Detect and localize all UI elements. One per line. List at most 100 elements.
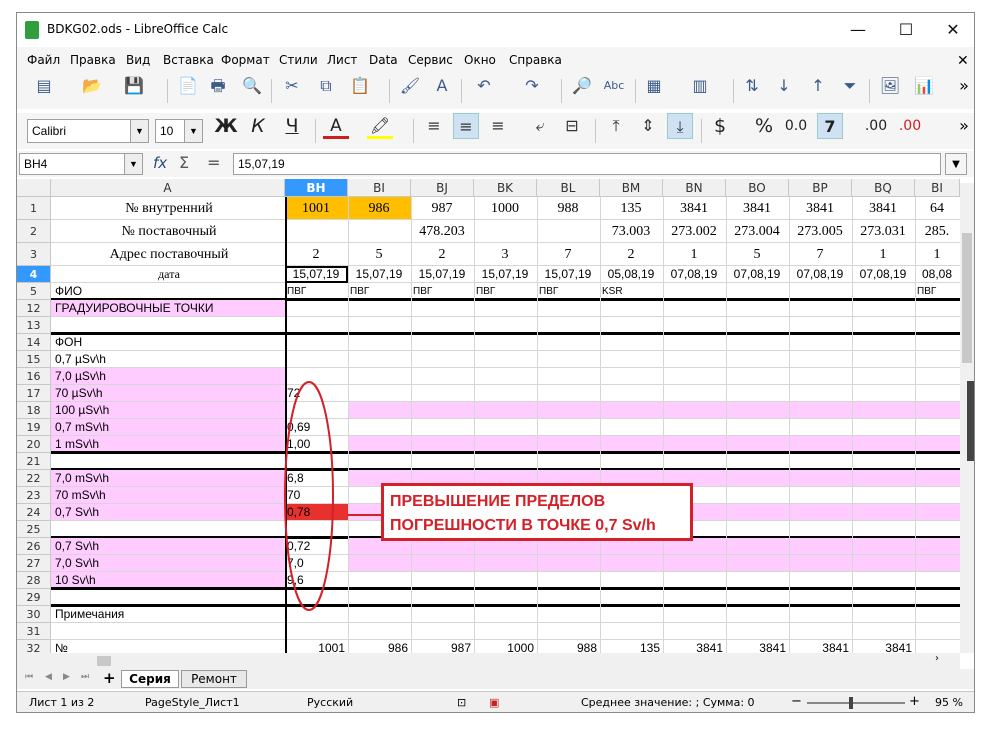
last-sheet-icon[interactable]: ⏭ bbox=[81, 672, 89, 682]
next-sheet-icon[interactable]: ▶ bbox=[63, 672, 70, 682]
row-header[interactable]: 19 bbox=[17, 419, 51, 436]
cell-value[interactable]: 3 bbox=[476, 243, 534, 266]
select-all-corner[interactable] bbox=[17, 179, 51, 197]
name-box[interactable]: BH4 ▼ bbox=[19, 153, 143, 175]
bold-button[interactable]: Ж bbox=[213, 113, 239, 139]
cell-a[interactable] bbox=[55, 623, 283, 640]
row-header[interactable]: 18 bbox=[17, 402, 51, 419]
copy-icon[interactable]: ⧉ bbox=[313, 73, 339, 99]
maximize-button[interactable]: ☐ bbox=[883, 13, 929, 47]
row-header[interactable]: 31 bbox=[17, 623, 51, 640]
menu-insert[interactable]: Вставка bbox=[163, 53, 214, 67]
column-header[interactable]: BQ bbox=[852, 179, 915, 197]
column-header[interactable]: BL bbox=[537, 179, 600, 197]
tab-remont[interactable]: Ремонт bbox=[181, 670, 247, 688]
paste-icon[interactable]: 📋 bbox=[347, 73, 373, 99]
cell-value[interactable]: 988 bbox=[539, 640, 597, 653]
cell-value[interactable]: 478.203 bbox=[413, 220, 471, 243]
cell-a[interactable]: 100 µSv\h bbox=[55, 402, 283, 419]
cell-value[interactable]: 3841 bbox=[791, 197, 849, 220]
highlight-icon[interactable]: 🖍 bbox=[367, 113, 393, 139]
cell-value[interactable]: 987 bbox=[413, 197, 471, 220]
new-document-icon[interactable]: ▤ bbox=[31, 73, 57, 99]
column-header[interactable]: BK bbox=[474, 179, 537, 197]
cell-value[interactable]: 1001 bbox=[287, 197, 345, 220]
cell-value[interactable]: 1000 bbox=[476, 640, 534, 653]
cell-value[interactable]: 7 bbox=[539, 243, 597, 266]
font-color-button[interactable]: A bbox=[323, 113, 349, 139]
cell-value[interactable]: 3841 bbox=[665, 197, 723, 220]
cell-a[interactable]: № внутренний bbox=[55, 197, 283, 220]
cell-value[interactable]: 07,08,19 bbox=[728, 266, 786, 283]
find-replace-icon[interactable]: 🔎 bbox=[569, 73, 595, 99]
cell-value[interactable]: 988 bbox=[539, 197, 597, 220]
row-header[interactable]: 3 bbox=[17, 243, 51, 266]
zoom-slider-handle[interactable] bbox=[849, 697, 853, 709]
cell-value[interactable]: 1 bbox=[917, 243, 957, 266]
selection-mode-icon[interactable]: ⊡ bbox=[457, 696, 466, 709]
sum-icon[interactable]: Σ bbox=[179, 153, 189, 172]
cell-value[interactable]: 07,08,19 bbox=[791, 266, 849, 283]
spelling-icon[interactable]: Abc bbox=[601, 73, 627, 99]
cell-value[interactable]: 2 bbox=[287, 243, 345, 266]
cell-value[interactable]: 2 bbox=[602, 243, 660, 266]
cell-value[interactable]: 15,07,19 bbox=[413, 266, 471, 283]
more-options-icon[interactable]: » bbox=[951, 113, 974, 139]
minimize-button[interactable]: — bbox=[835, 13, 881, 47]
row-header[interactable]: 24 bbox=[17, 504, 51, 521]
cell-a[interactable]: 0,7 µSv\h bbox=[55, 351, 283, 368]
align-left-icon[interactable]: ≡ bbox=[421, 113, 447, 139]
cell-value[interactable] bbox=[287, 220, 345, 243]
scroll-right-icon[interactable]: › bbox=[935, 653, 939, 664]
menu-sheet[interactable]: Лист bbox=[327, 53, 357, 67]
chevron-down-icon[interactable]: ▼ bbox=[130, 120, 148, 142]
row-header[interactable]: 4 bbox=[17, 266, 51, 283]
column-header[interactable]: BJ bbox=[411, 179, 474, 197]
menu-window[interactable]: Окно bbox=[464, 53, 496, 67]
cell-a[interactable]: ГРАДУИРОВОЧНЫЕ ТОЧКИ bbox=[55, 300, 283, 317]
cell-value[interactable]: 273.004 bbox=[728, 220, 786, 243]
row-header[interactable]: 13 bbox=[17, 317, 51, 334]
horizontal-scrollbar[interactable]: › bbox=[17, 653, 960, 669]
cell-a[interactable]: 0,7 Sv\h bbox=[55, 538, 283, 555]
zoom-out-button[interactable]: − bbox=[791, 694, 802, 709]
clear-formatting-icon[interactable]: A bbox=[429, 73, 455, 99]
formula-input[interactable]: 15,07,19 bbox=[233, 153, 941, 175]
cell-a[interactable]: Адрес поставочный bbox=[55, 243, 283, 266]
spreadsheet-grid[interactable]: A BH BI BJ BK BL BM BN BO BP BQ BI 1 № внутренний 1001… bbox=[17, 179, 974, 653]
row-header[interactable]: 32 bbox=[17, 640, 51, 653]
export-pdf-icon[interactable]: 📄 bbox=[175, 73, 201, 99]
autofilter-icon[interactable]: ⏷ bbox=[837, 73, 863, 99]
row-header[interactable]: 16 bbox=[17, 368, 51, 385]
underline-button[interactable]: Ч bbox=[279, 113, 305, 139]
undo-icon[interactable]: ↶ bbox=[471, 73, 497, 99]
print-icon[interactable]: 🖶 bbox=[205, 73, 231, 99]
tab-seriya[interactable]: Серия bbox=[121, 670, 179, 688]
row-header[interactable]: 5 bbox=[17, 283, 51, 300]
cell-a[interactable]: ФОН bbox=[55, 334, 283, 351]
cell-value[interactable]: 15,07,19 bbox=[539, 266, 597, 283]
row-header[interactable]: 26 bbox=[17, 538, 51, 555]
row-header[interactable]: 20 bbox=[17, 436, 51, 453]
cell-value[interactable]: 3841 bbox=[791, 640, 849, 653]
cell-value[interactable]: 3841 bbox=[854, 640, 912, 653]
menu-file[interactable]: Файл bbox=[27, 53, 60, 67]
column-header[interactable]: BI bbox=[915, 179, 960, 197]
date-format-icon[interactable]: 7 bbox=[817, 113, 843, 139]
row-header[interactable]: 1 bbox=[17, 197, 51, 220]
sort-icon[interactable]: ⇅ bbox=[739, 73, 765, 99]
menu-data[interactable]: Data bbox=[369, 53, 398, 67]
menu-help[interactable]: Справка bbox=[509, 53, 562, 67]
merge-cells-icon[interactable]: ⊟ bbox=[559, 113, 585, 139]
cell-value[interactable]: 273.031 bbox=[854, 220, 912, 243]
cell-value[interactable] bbox=[539, 220, 597, 243]
cell-value[interactable]: 15,07,19 bbox=[350, 266, 408, 283]
add-sheet-button[interactable]: + bbox=[103, 669, 116, 687]
row-header[interactable]: 17 bbox=[17, 385, 51, 402]
font-size-combo[interactable]: 10 ▼ bbox=[155, 119, 203, 143]
formula-icon[interactable]: = bbox=[207, 153, 220, 172]
cell-value[interactable]: 5 bbox=[350, 243, 408, 266]
hscroll-thumb[interactable] bbox=[97, 656, 111, 666]
cell-value[interactable]: 3841 bbox=[728, 640, 786, 653]
currency-button[interactable]: $ bbox=[707, 113, 733, 139]
